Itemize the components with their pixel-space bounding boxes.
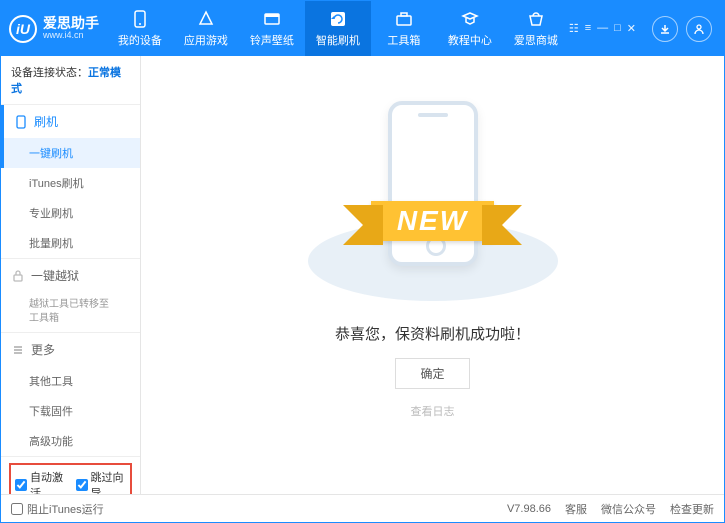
phone-small-icon xyxy=(14,115,28,129)
download-icon[interactable] xyxy=(652,16,678,42)
nav-label: 铃声壁纸 xyxy=(250,32,294,48)
sidebar-head-label: 更多 xyxy=(31,341,55,358)
lock-icon xyxy=(11,269,25,283)
titlebar: iU 爱思助手 www.i4.cn 我的设备 应用游戏 铃声壁纸 智能刷机 xyxy=(1,1,724,56)
skip-guide-checkbox[interactable]: 跳过向导 xyxy=(76,469,127,494)
more-icon xyxy=(11,343,25,357)
sidebar-head-label: 一键越狱 xyxy=(31,267,79,284)
nav-label: 应用游戏 xyxy=(184,32,228,48)
main-content: NEW 恭喜您，保资料刷机成功啦！ 确定 查看日志 xyxy=(141,56,724,494)
body: 设备连接状态：正常模式 刷机 一键刷机 iTunes刷机 专业刷机 批量刷机 一… xyxy=(1,56,724,494)
sidebar: 设备连接状态：正常模式 刷机 一键刷机 iTunes刷机 专业刷机 批量刷机 一… xyxy=(1,56,141,494)
sidebar-head-flash[interactable]: 刷机 xyxy=(1,105,140,138)
sidebar-item-download[interactable]: 下载固件 xyxy=(1,396,140,426)
close-icon[interactable]: ✕ xyxy=(627,22,636,35)
menu-icon[interactable]: ☷ xyxy=(569,22,579,35)
jailbreak-note: 越狱工具已转移至 工具箱 xyxy=(1,292,140,332)
connection-status: 设备连接状态：正常模式 xyxy=(1,56,140,104)
sidebar-item-oneclick[interactable]: 一键刷机 xyxy=(1,138,140,168)
nav-label: 爱思商城 xyxy=(514,32,558,48)
options-highlight: 自动激活 跳过向导 xyxy=(9,463,132,494)
app-title: 爱思助手 xyxy=(43,16,99,31)
wechat-link[interactable]: 微信公众号 xyxy=(601,501,656,517)
nav-label: 智能刷机 xyxy=(316,32,360,48)
block-itunes-checkbox[interactable]: 阻止iTunes运行 xyxy=(11,501,104,517)
store-icon xyxy=(527,10,545,28)
auto-activate-checkbox[interactable]: 自动激活 xyxy=(15,469,66,494)
success-illustration: NEW xyxy=(293,101,573,301)
support-link[interactable]: 客服 xyxy=(565,501,587,517)
sidebar-item-pro[interactable]: 专业刷机 xyxy=(1,198,140,228)
nav-ringtones[interactable]: 铃声壁纸 xyxy=(239,1,305,56)
sidebar-item-batch[interactable]: 批量刷机 xyxy=(1,228,140,258)
sidebar-bottom: 自动激活 跳过向导 iPhone 12 mini 64GB Down-12min… xyxy=(1,456,140,494)
statusbar: 阻止iTunes运行 V7.98.66 客服 微信公众号 检查更新 xyxy=(1,494,724,522)
nav-label: 我的设备 xyxy=(118,32,162,48)
ok-button[interactable]: 确定 xyxy=(395,358,469,389)
nav-label: 教程中心 xyxy=(448,32,492,48)
nav-tutorials[interactable]: 教程中心 xyxy=(437,1,503,56)
sidebar-item-advanced[interactable]: 高级功能 xyxy=(1,426,140,456)
check-update-link[interactable]: 检查更新 xyxy=(670,501,714,517)
app-window: iU 爱思助手 www.i4.cn 我的设备 应用游戏 铃声壁纸 智能刷机 xyxy=(0,0,725,523)
logo-icon: iU xyxy=(9,15,37,43)
top-nav: 我的设备 应用游戏 铃声壁纸 智能刷机 工具箱 教程中心 xyxy=(107,1,569,56)
window-controls: ☷ ≡ ― □ ✕ xyxy=(569,16,716,42)
tutorial-icon xyxy=(461,10,479,28)
flash-icon xyxy=(329,10,347,28)
settings-icon[interactable]: ≡ xyxy=(585,22,591,35)
nav-my-device[interactable]: 我的设备 xyxy=(107,1,173,56)
view-log-link[interactable]: 查看日志 xyxy=(411,403,455,419)
version-label: V7.98.66 xyxy=(507,503,551,515)
nav-label: 工具箱 xyxy=(387,32,420,48)
sidebar-head-more[interactable]: 更多 xyxy=(1,333,140,366)
logo: iU 爱思助手 www.i4.cn xyxy=(9,15,107,43)
maximize-icon[interactable]: □ xyxy=(614,22,621,35)
toolbox-icon xyxy=(395,10,413,28)
app-url: www.i4.cn xyxy=(43,31,99,41)
nav-apps[interactable]: 应用游戏 xyxy=(173,1,239,56)
minimize-icon[interactable]: ― xyxy=(597,22,608,35)
user-icon[interactable] xyxy=(686,16,712,42)
sidebar-head-label: 刷机 xyxy=(34,113,58,130)
success-message: 恭喜您，保资料刷机成功啦！ xyxy=(335,323,530,344)
sidebar-head-jailbreak[interactable]: 一键越狱 xyxy=(1,259,140,292)
nav-store[interactable]: 爱思商城 xyxy=(503,1,569,56)
sidebar-item-itunes[interactable]: iTunes刷机 xyxy=(1,168,140,198)
phone-icon xyxy=(131,10,149,28)
sidebar-item-other[interactable]: 其他工具 xyxy=(1,366,140,396)
ringtone-icon xyxy=(263,10,281,28)
nav-flash[interactable]: 智能刷机 xyxy=(305,1,371,56)
nav-toolbox[interactable]: 工具箱 xyxy=(371,1,437,56)
status-label: 设备连接状态： xyxy=(11,67,88,79)
new-badge: NEW xyxy=(371,201,494,241)
apps-icon xyxy=(197,10,215,28)
